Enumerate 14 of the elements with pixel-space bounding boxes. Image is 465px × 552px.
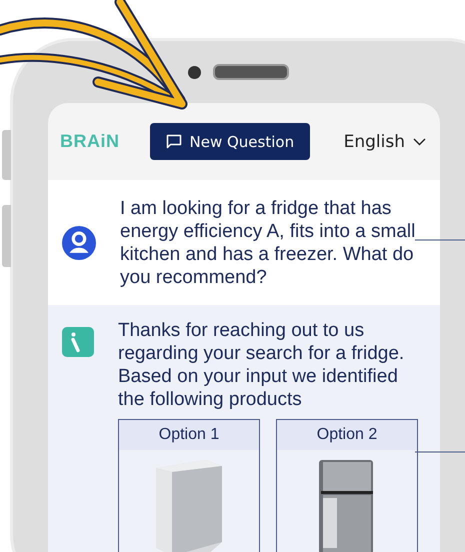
message-text: Thanks for reaching out to us regarding your search for a fridge. Based on your input we identified the following products xyxy=(118,319,406,411)
new-question-button[interactable]: New Question xyxy=(150,123,310,160)
chat-bubble-icon xyxy=(166,134,182,149)
product-card[interactable]: Option 1 xyxy=(118,419,260,552)
camera-dot xyxy=(188,66,201,78)
message-text: I am looking for a fridge that has energy efficiency A, fits into a small kitchen and has a freezer. What do you recommend? xyxy=(120,196,416,288)
product-card[interactable]: Option 2 xyxy=(276,419,418,552)
brand-logo: BRAiN xyxy=(60,131,120,152)
chevron-down-icon xyxy=(413,138,426,146)
user-avatar-icon xyxy=(62,224,96,260)
assistant-logo-icon xyxy=(62,327,94,357)
option-label: Option 1 xyxy=(119,420,259,450)
language-dropdown[interactable]: English xyxy=(344,132,426,152)
option-label: Option 2 xyxy=(277,420,417,450)
